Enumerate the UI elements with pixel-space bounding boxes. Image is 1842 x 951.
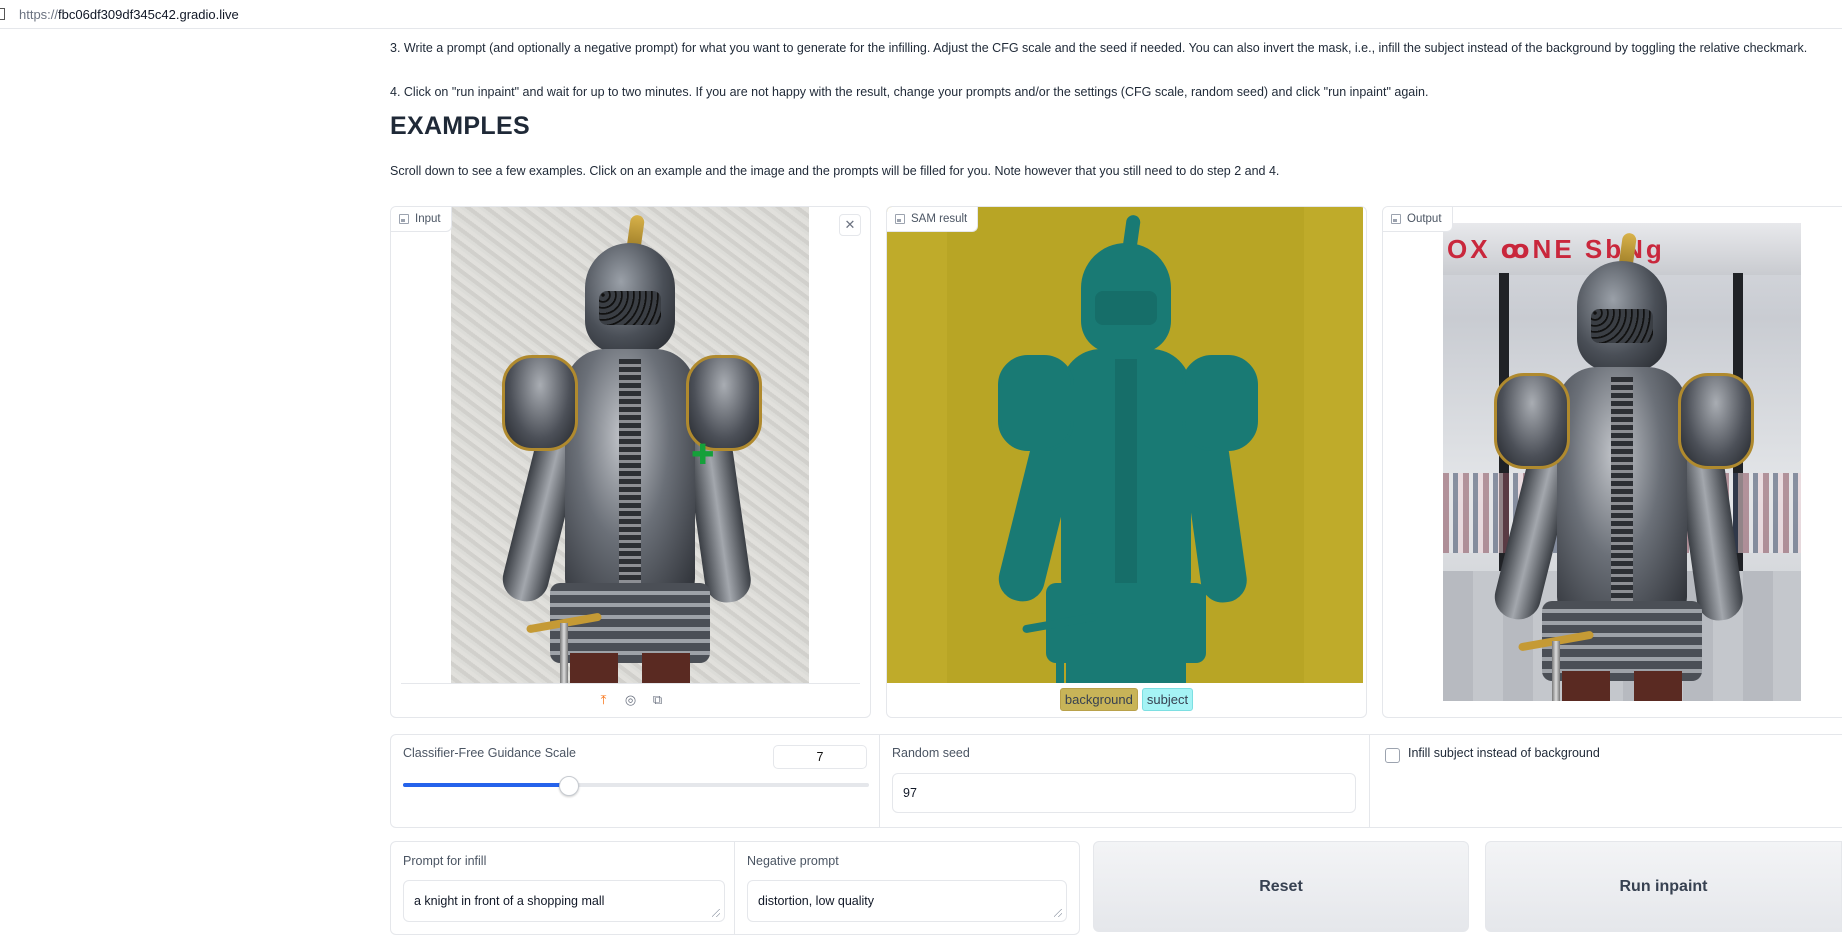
clipboard-icon[interactable]: ⧉ (650, 692, 665, 707)
seed-label: Random seed (892, 746, 970, 760)
mask-legend: background subject (887, 688, 1366, 711)
reset-button[interactable]: Reset (1093, 841, 1469, 932)
seed-input[interactable]: 97 (892, 773, 1356, 813)
cfg-slider-handle[interactable] (559, 776, 580, 796)
seed-control: Random seed 97 (879, 734, 1371, 828)
lock-icon (0, 8, 5, 20)
output-label-tab: Output (1383, 207, 1453, 232)
input-image[interactable]: ✚ (451, 207, 809, 683)
upload-icon[interactable]: ⤒ (596, 692, 611, 707)
webcam-icon[interactable]: ◎ (623, 692, 638, 707)
legend-subject: subject (1141, 688, 1194, 711)
url-protocol: https:// (19, 6, 59, 22)
close-icon[interactable]: ✕ (839, 214, 861, 236)
infill-prompt-input[interactable]: a knight in front of a shopping mall (403, 880, 725, 922)
image-icon (399, 214, 409, 224)
output-label: Output (1407, 213, 1442, 225)
examples-heading: EXAMPLES (390, 112, 530, 140)
output-panel: Output OX ꝏNE SbNg (1382, 206, 1842, 718)
point-marker-icon: ✚ (691, 439, 715, 470)
cfg-control: Classifier-Free Guidance Scale 7 (390, 734, 881, 828)
mask-subject (947, 214, 1304, 683)
negative-prompt-label: Negative prompt (747, 854, 839, 868)
sam-label: SAM result (911, 213, 968, 225)
invert-checkbox[interactable] (1385, 748, 1400, 763)
invert-label[interactable]: Infill subject instead of background (1408, 746, 1600, 760)
sam-label-tab: SAM result (887, 207, 979, 232)
negative-prompt-text: distortion, low quality (758, 894, 875, 908)
image-source-toolbar: ⤒ ◎ ⧉ (391, 692, 870, 707)
legend-background: background (1059, 688, 1138, 711)
image-icon (1391, 214, 1401, 224)
infill-prompt-block: Prompt for infill a knight in front of a… (390, 841, 736, 935)
knight-figure (451, 214, 809, 683)
resize-handle-icon[interactable] (1054, 909, 1062, 917)
instruction-step-3: 3. Write a prompt (and optionally a nega… (390, 41, 1808, 55)
sam-result-panel: SAM result background subject (886, 206, 1367, 718)
sam-mask-image (887, 207, 1363, 683)
url-host: fbc06df309df345c42.gradio.live (58, 6, 239, 22)
infill-prompt-text: a knight in front of a shopping mall (414, 894, 605, 908)
examples-note: Scroll down to see a few examples. Click… (390, 164, 1280, 178)
output-image: OX ꝏNE SbNg (1443, 223, 1801, 701)
resize-handle-icon[interactable] (712, 909, 720, 917)
cfg-slider-fill (403, 783, 569, 787)
cfg-number-input[interactable]: 7 (773, 745, 867, 769)
browser-url-bar[interactable]: https:// fbc06df309df345c42.gradio.live (0, 0, 1842, 29)
input-label: Input (415, 213, 441, 225)
image-icon (895, 214, 905, 224)
run-inpaint-button[interactable]: Run inpaint (1485, 841, 1842, 932)
invert-mask-control: Infill subject instead of background (1369, 734, 1842, 828)
input-label-tab: Input (391, 207, 452, 232)
instruction-step-4: 4. Click on "run inpaint" and wait for u… (390, 85, 1429, 99)
cfg-label: Classifier-Free Guidance Scale (403, 746, 576, 760)
knight-figure (1443, 232, 1801, 701)
panel-divider (401, 683, 860, 684)
negative-prompt-block: Negative prompt distortion, low quality (734, 841, 1080, 935)
negative-prompt-input[interactable]: distortion, low quality (747, 880, 1067, 922)
input-image-panel[interactable]: Input ✕ ✚ ⤒ ◎ ⧉ (390, 206, 871, 718)
infill-prompt-label: Prompt for infill (403, 854, 487, 868)
